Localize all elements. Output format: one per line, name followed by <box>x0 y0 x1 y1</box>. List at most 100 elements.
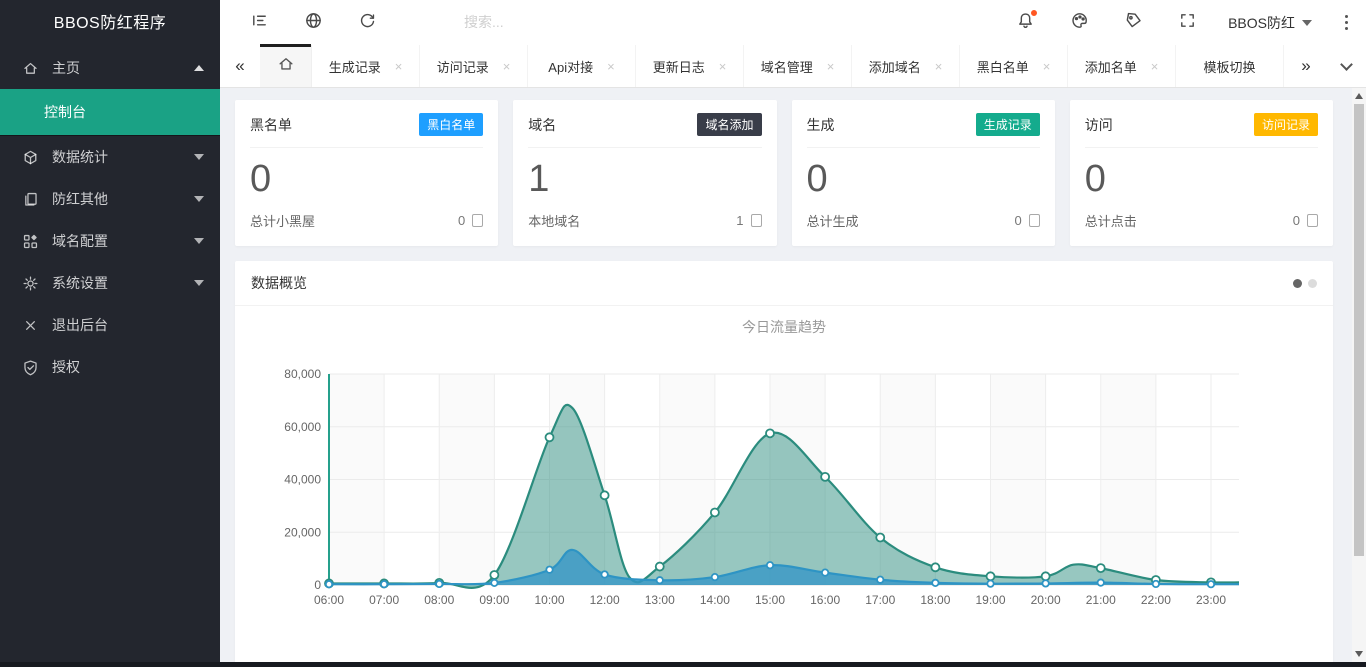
globe-icon <box>304 11 323 35</box>
collapse-menu-button[interactable] <box>232 0 286 45</box>
tab-bar: « 生成记录×访问记录×Api对接×更新日志×域名管理×添加域名×黑白名单×添加… <box>220 45 1366 88</box>
tag-button[interactable] <box>1106 0 1160 45</box>
card-badge[interactable]: 黑白名单 <box>419 113 483 136</box>
stat-cards-row: 黑名单黑白名单0总计小黑屋0域名域名添加1本地域名1生成生成记录0总计生成0访问… <box>235 100 1333 246</box>
sidebar-subitem-console[interactable]: 控制台 <box>0 89 220 135</box>
tabs-dropdown-button[interactable] <box>1326 45 1366 87</box>
tab-item[interactable]: 模板切换 <box>1176 45 1284 87</box>
menu-fold-icon <box>250 11 269 35</box>
caret-down-icon <box>194 196 204 202</box>
tab-close-icon[interactable]: × <box>935 59 943 74</box>
search-input[interactable] <box>464 14 694 30</box>
tab-label: 模板切换 <box>1203 57 1255 76</box>
account-dropdown[interactable]: BBOS防红 <box>1214 0 1326 45</box>
refresh-button[interactable] <box>340 0 394 45</box>
card-foot-label: 总计小黑屋 <box>250 211 315 230</box>
notifications-button[interactable] <box>998 0 1052 45</box>
detail-icon[interactable] <box>1307 214 1318 227</box>
svg-text:07:00: 07:00 <box>369 593 399 607</box>
tab-label: 访问记录 <box>437 57 489 76</box>
theme-button[interactable] <box>1052 0 1106 45</box>
tab-label: 添加域名 <box>869 57 921 76</box>
app-logo: BBOS防红程序 <box>0 0 220 47</box>
refresh-icon <box>358 11 377 35</box>
sidebar-submenu: 控制台 <box>0 89 220 136</box>
sidebar-item-gear[interactable]: 系统设置 <box>0 262 220 304</box>
tab-close-icon[interactable]: × <box>503 59 511 74</box>
tabs-scroll-left-button[interactable]: « <box>220 45 260 87</box>
cube-icon <box>22 149 39 166</box>
carousel-dots <box>1293 279 1317 288</box>
card-value: 0 <box>807 158 1040 202</box>
fullscreen-icon <box>1178 11 1197 35</box>
tabs-scroll-right-button[interactable]: » <box>1286 45 1326 87</box>
tab-item[interactable]: 黑白名单 × <box>960 45 1068 87</box>
home-icon <box>22 60 39 77</box>
detail-icon[interactable] <box>751 214 762 227</box>
stat-card-3: 生成生成记录0总计生成0 <box>792 100 1055 246</box>
svg-text:19:00: 19:00 <box>975 593 1005 607</box>
sidebar-item-components[interactable]: 域名配置 <box>0 220 220 262</box>
sidebar: BBOS防红程序 主页控制台数据统计防红其他域名配置系统设置退出后台授权 <box>0 0 220 667</box>
tab-close-icon[interactable]: × <box>1043 59 1051 74</box>
sidebar-item-shield[interactable]: 授权 <box>0 346 220 388</box>
scrollbar-thumb[interactable] <box>1354 104 1364 556</box>
tab-close-icon[interactable]: × <box>607 59 615 74</box>
card-badge[interactable]: 生成记录 <box>976 113 1040 136</box>
home-site-button[interactable] <box>286 0 340 45</box>
scroll-down-arrow[interactable] <box>1352 647 1366 661</box>
carousel-dot[interactable] <box>1308 279 1317 288</box>
card-footer: 总计小黑屋0 <box>250 211 483 230</box>
sidebar-item-label: 主页 <box>52 58 194 78</box>
tab-close-icon[interactable]: × <box>719 59 727 74</box>
tab-item[interactable]: 域名管理 × <box>744 45 852 87</box>
caret-down-icon <box>194 280 204 286</box>
card-badge[interactable]: 域名添加 <box>697 113 761 136</box>
tab-close-icon[interactable]: × <box>827 59 835 74</box>
stat-card-1: 黑名单黑白名单0总计小黑屋0 <box>235 100 498 246</box>
detail-icon[interactable] <box>472 214 483 227</box>
card-badge[interactable]: 访问记录 <box>1254 113 1318 136</box>
stat-card-4: 访问访问记录0总计点击0 <box>1070 100 1333 246</box>
svg-text:40,000: 40,000 <box>284 473 321 487</box>
tab-close-icon[interactable]: × <box>395 59 403 74</box>
tab-item[interactable]: 访问记录 × <box>420 45 528 87</box>
tab-item[interactable]: 添加名单 × <box>1068 45 1176 87</box>
svg-text:17:00: 17:00 <box>865 593 895 607</box>
sidebar-item-label: 授权 <box>52 357 204 377</box>
card-header: 生成生成记录 <box>807 113 1040 148</box>
tab-item[interactable]: Api对接× <box>528 45 636 87</box>
sidebar-item-close[interactable]: 退出后台 <box>0 304 220 346</box>
card-foot-value: 0 <box>1015 213 1022 228</box>
tab-home[interactable] <box>260 45 312 87</box>
close-icon <box>22 317 39 334</box>
carousel-dot-active[interactable] <box>1293 279 1302 288</box>
sidebar-item-home[interactable]: 主页 <box>0 47 220 89</box>
tab-label: 域名管理 <box>761 57 813 76</box>
vertical-scrollbar[interactable] <box>1352 88 1366 662</box>
card-title: 域名 <box>528 115 556 135</box>
tab-item[interactable]: 生成记录× <box>312 45 420 87</box>
tab-item[interactable]: 添加域名 × <box>852 45 960 87</box>
search-box <box>464 14 694 32</box>
fullscreen-button[interactable] <box>1160 0 1214 45</box>
card-footer: 本地域名1 <box>528 211 761 230</box>
data-overview-panel: 数据概览 020,00040,00060,00080,00006:0007:00… <box>235 261 1333 662</box>
tab-close-icon[interactable]: × <box>1151 59 1159 74</box>
sidebar-item-label: 数据统计 <box>52 147 194 167</box>
scroll-up-arrow[interactable] <box>1352 89 1366 103</box>
sidebar-item-pages[interactable]: 防红其他 <box>0 178 220 220</box>
tab-label: 添加名单 <box>1085 57 1137 76</box>
svg-text:21:00: 21:00 <box>1086 593 1116 607</box>
tab-item[interactable]: 更新日志× <box>636 45 744 87</box>
svg-text:10:00: 10:00 <box>534 593 564 607</box>
sidebar-item-cube[interactable]: 数据统计 <box>0 136 220 178</box>
more-menu-button[interactable] <box>1326 0 1366 45</box>
tab-label: 黑白名单 <box>977 57 1029 76</box>
card-title: 访问 <box>1085 115 1113 135</box>
svg-text:08:00: 08:00 <box>424 593 454 607</box>
detail-icon[interactable] <box>1029 214 1040 227</box>
svg-text:15:00: 15:00 <box>755 593 785 607</box>
shield-icon <box>22 359 39 376</box>
palette-icon <box>1070 11 1089 35</box>
